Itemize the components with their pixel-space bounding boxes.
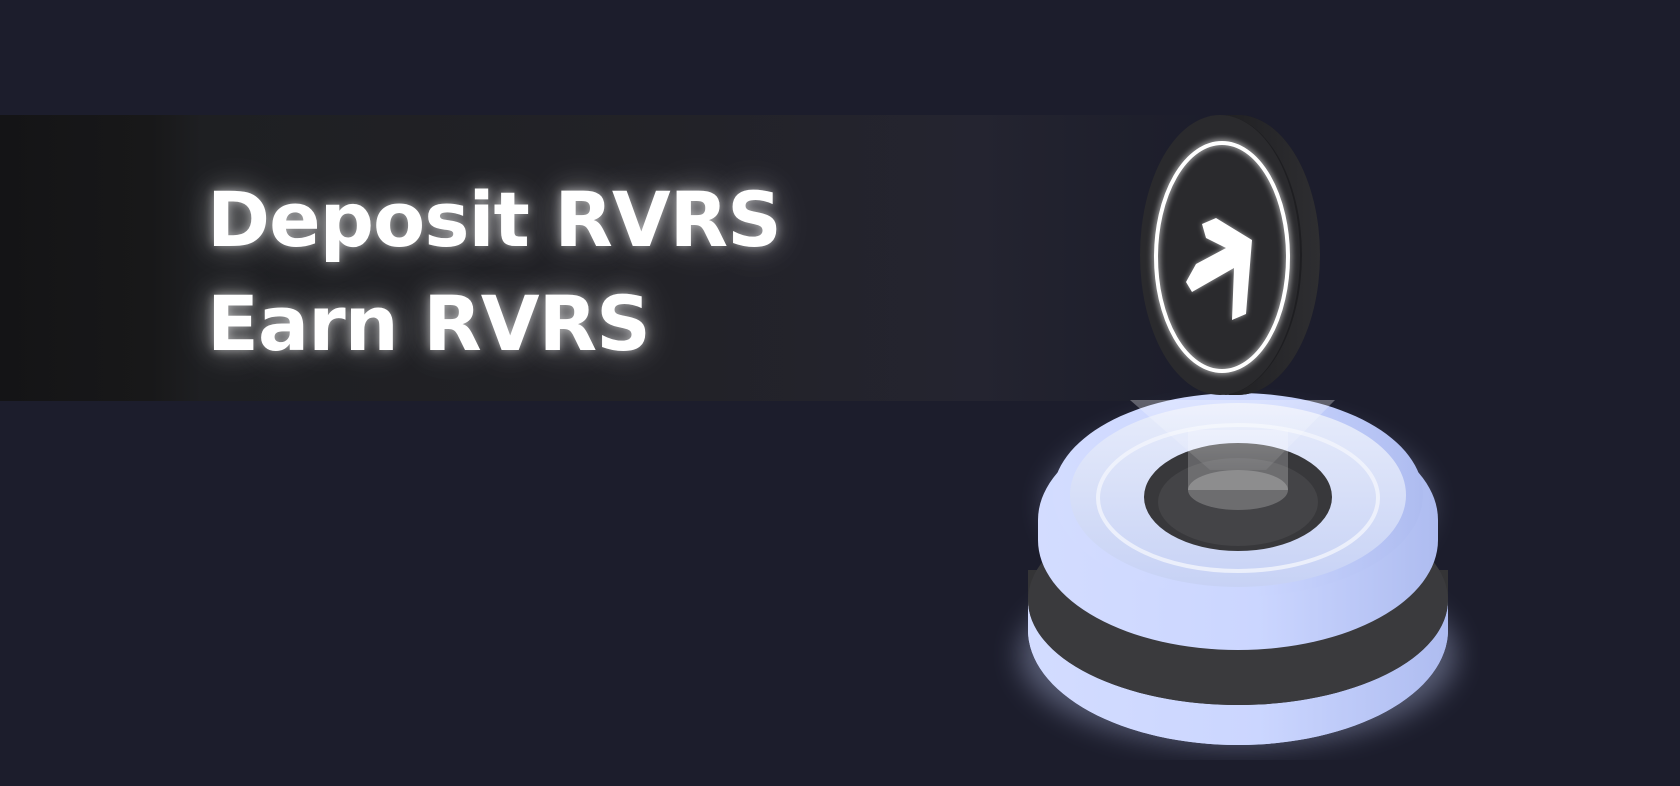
rvrs-arrow-logo-icon bbox=[1140, 115, 1320, 395]
headline: Deposit RVRS Earn RVRS bbox=[207, 168, 782, 376]
hero-banner: Deposit RVRS Earn RVRS bbox=[0, 0, 1680, 786]
staking-illustration bbox=[1020, 115, 1456, 745]
staking-pedestal-icon bbox=[1028, 393, 1448, 745]
headline-line-earn: Earn RVRS bbox=[207, 279, 651, 368]
headline-line-deposit: Deposit RVRS bbox=[207, 175, 782, 264]
